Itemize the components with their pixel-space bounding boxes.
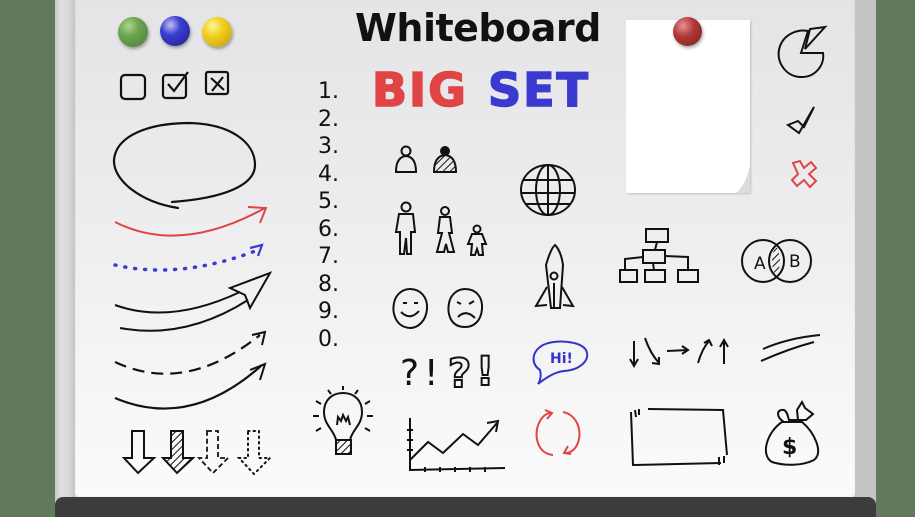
blue-magnet[interactable] <box>160 16 190 46</box>
rocket-icon[interactable] <box>533 243 578 313</box>
list-item: 1. <box>318 79 339 104</box>
outlined-arrow-icon[interactable] <box>114 271 273 332</box>
direction-arrows-icon[interactable] <box>628 335 743 370</box>
list-item: 8. <box>318 271 339 297</box>
refresh-cycle-icon[interactable] <box>533 408 588 460</box>
list-item: 7. <box>318 244 339 269</box>
pie-chart-icon[interactable] <box>775 23 830 83</box>
list-item: 4. <box>318 161 339 187</box>
lightbulb-icon[interactable] <box>310 385 380 470</box>
person-filled-icon[interactable] <box>432 146 458 173</box>
exclamation-mark: ! <box>424 353 438 394</box>
red-cross-icon[interactable] <box>788 158 820 190</box>
board-title: Whiteboard <box>355 6 601 50</box>
speech-bubble-icon[interactable]: Hi! <box>528 340 593 390</box>
speech-bubble-text: Hi! <box>550 351 573 367</box>
down-arrow-dotted-icon[interactable] <box>236 430 273 476</box>
red-arrow-icon[interactable] <box>114 206 268 237</box>
note-curl-icon <box>736 165 750 193</box>
venn-label-b: B <box>789 252 801 272</box>
globe-icon[interactable] <box>518 163 578 218</box>
down-arrow-dashed-icon[interactable] <box>196 430 231 475</box>
person-icons <box>394 145 458 173</box>
dotted-blue-arrow-icon[interactable] <box>113 243 264 272</box>
red-pin-magnet[interactable] <box>673 17 702 46</box>
double-line-icon[interactable] <box>758 333 823 365</box>
smiley-icon[interactable] <box>392 287 429 330</box>
line-chart-icon[interactable] <box>405 415 510 475</box>
venn-diagram-icon[interactable]: A B <box>740 235 815 287</box>
list-item: 0. <box>318 326 339 352</box>
marker-tray <box>55 497 876 517</box>
family-icon[interactable] <box>390 200 490 260</box>
big-label: BIG <box>371 62 468 118</box>
checkbox-empty-icon[interactable] <box>119 73 147 101</box>
bold-question-mark: ? <box>448 351 471 397</box>
person-outline-icon[interactable] <box>394 145 418 173</box>
money-bag-icon[interactable]: $ <box>762 399 822 468</box>
list-item: 3. <box>318 134 339 159</box>
numbered-list: 1. 2. 3. 4. 5. 6. 7. 8. 9. 0. <box>318 78 339 353</box>
checkbox-row <box>119 70 230 101</box>
venn-label-a: A <box>754 254 766 274</box>
checkbox-checked-icon[interactable] <box>161 71 189 100</box>
down-arrow-icons <box>121 430 273 476</box>
sad-face-icon[interactable] <box>447 287 484 329</box>
dashed-arrow-icon[interactable] <box>114 330 267 375</box>
money-bag-symbol: $ <box>782 435 797 460</box>
list-item: 5. <box>318 189 339 214</box>
question-exclamation-icons[interactable]: ? ! ? ! <box>398 345 508 398</box>
set-label: SET <box>487 62 590 118</box>
org-chart-icon[interactable] <box>618 226 703 288</box>
list-item: 6. <box>318 216 339 242</box>
checkbox-crossed-icon[interactable] <box>204 70 230 96</box>
question-mark: ? <box>400 353 419 394</box>
green-magnet[interactable] <box>118 17 148 47</box>
down-arrow-outline-icon[interactable] <box>121 430 157 475</box>
list-item: 2. <box>318 106 339 132</box>
yellow-magnet[interactable] <box>202 17 232 47</box>
bold-exclamation-mark: ! <box>476 349 494 395</box>
down-arrow-hatched-icon[interactable] <box>160 430 196 475</box>
frame-box-icon[interactable] <box>628 405 733 470</box>
list-item: 9. <box>318 299 339 324</box>
checkmark-icon[interactable] <box>785 105 820 140</box>
curved-arrow-icons <box>113 206 273 410</box>
face-icons <box>392 287 484 330</box>
